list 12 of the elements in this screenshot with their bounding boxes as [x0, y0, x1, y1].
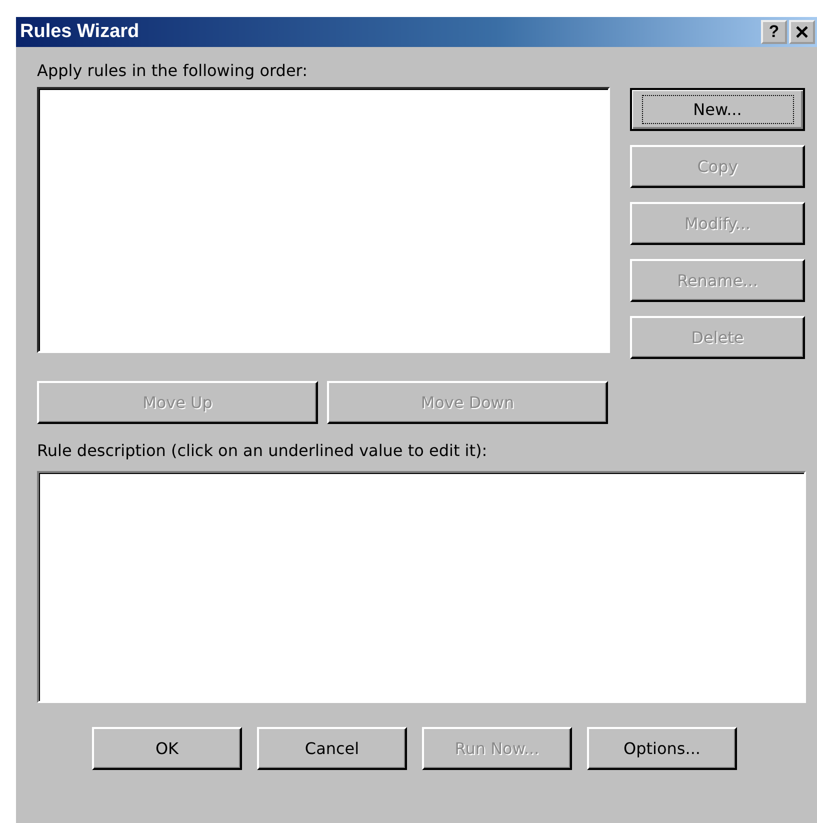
window-title: Rules Wizard	[20, 21, 140, 43]
dialog-button[interactable]: Options...	[587, 727, 737, 770]
rule-description-box[interactable]	[37, 471, 806, 703]
close-icon	[795, 26, 809, 38]
dialog-button[interactable]: OK	[92, 727, 242, 770]
rules-list[interactable]	[37, 87, 610, 353]
field-label: Rule description (click on an underlined value to edit it):	[37, 441, 488, 461]
help-button[interactable]: ?	[761, 20, 787, 44]
action-button[interactable]: New...	[630, 88, 805, 131]
close-button[interactable]	[789, 20, 815, 44]
dialog-button[interactable]: Cancel	[257, 727, 407, 770]
field-label: Apply rules in the following order:	[37, 61, 308, 81]
